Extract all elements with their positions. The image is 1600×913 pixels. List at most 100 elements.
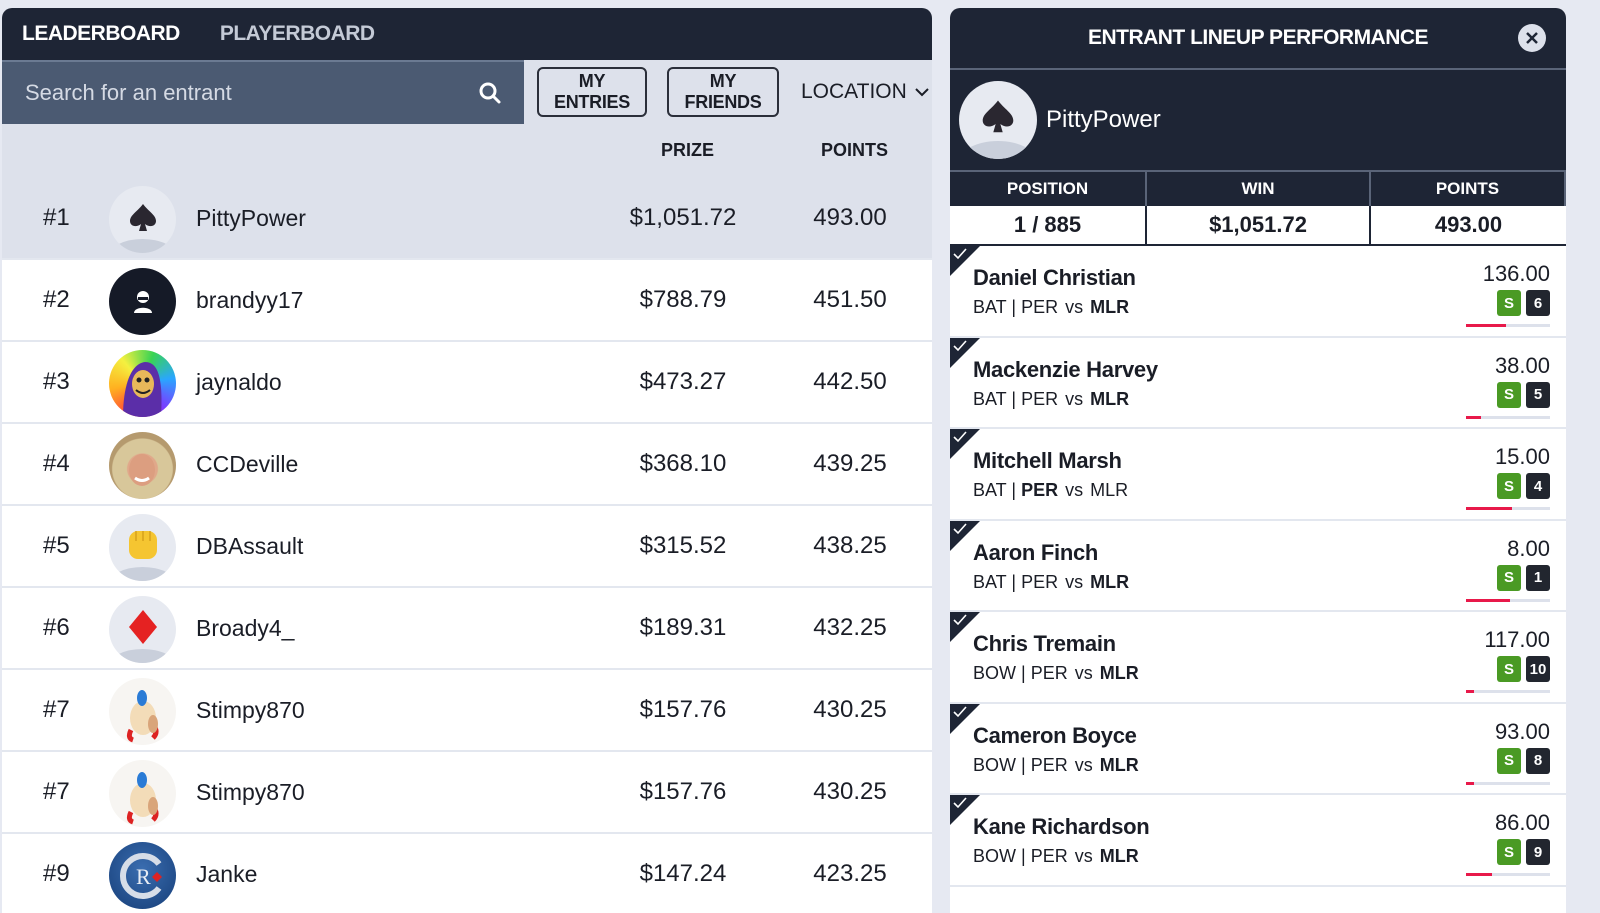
entrant-name[interactable]: CCDeville: [196, 451, 298, 478]
my-friends-button[interactable]: MY FRIENDS: [667, 67, 779, 117]
entrant-name[interactable]: Stimpy870: [196, 697, 305, 724]
stat-header-position: POSITION: [950, 170, 1147, 206]
avatar: [109, 186, 176, 253]
player-score: 15.00: [1494, 444, 1550, 469]
rank: #7: [43, 696, 70, 723]
player-name: Aaron Finch: [973, 539, 1099, 565]
entrant-name[interactable]: PittyPower: [196, 205, 306, 232]
prize: $1,051.72: [629, 204, 737, 231]
badges: S 8: [1497, 747, 1550, 774]
player-score: 86.00: [1494, 810, 1550, 835]
photo-face-icon: [129, 454, 155, 486]
player-row[interactable]: Kane Richardson BOW | PER vs MLR 86.00 S…: [950, 795, 1566, 887]
location-dropdown[interactable]: LOCATION: [801, 80, 929, 104]
player-name: Daniel Christian: [973, 265, 1136, 290]
close-button[interactable]: [1518, 24, 1546, 52]
count-badge: 8: [1526, 747, 1550, 774]
vs-label: vs: [1065, 388, 1084, 409]
avatar: R: [109, 842, 176, 909]
tab-bar: LEADERBOARD PLAYERBOARD: [2, 8, 932, 60]
vs-label: vs: [1065, 480, 1084, 500]
opponent-team: MLR: [1090, 480, 1129, 500]
points: 439.25: [813, 450, 887, 477]
search-icon[interactable]: [478, 81, 502, 105]
panel-title: ENTRANT LINEUP PERFORMANCE: [1087, 26, 1429, 49]
fist-icon: [128, 530, 157, 559]
progress-fill: [1466, 507, 1513, 510]
leaderboard-row[interactable]: #5 DBAssault $315.52 438.25: [2, 506, 932, 588]
player-role: BOW: [973, 663, 1016, 683]
progress-bar: [1466, 873, 1550, 876]
my-entries-button[interactable]: MY ENTRIES: [537, 67, 647, 117]
player-row[interactable]: Aaron Finch BAT | PER vs MLR 8.00 S 1: [950, 520, 1566, 612]
player-role: BOW: [973, 846, 1016, 866]
player-team: PER: [1021, 388, 1059, 409]
entrant-name[interactable]: jaynaldo: [196, 369, 282, 396]
rank: #2: [43, 286, 70, 313]
player-name: Mackenzie Harvey: [973, 356, 1158, 382]
logo-r-icon: R: [120, 853, 162, 899]
status-badge: S: [1497, 747, 1521, 774]
badges: S 1: [1497, 564, 1550, 591]
separator: |: [1011, 571, 1022, 592]
status-badge: S: [1497, 839, 1521, 865]
progress-bar: [1466, 324, 1550, 327]
lineup-panel: ENTRANT LINEUP PERFORMANCE PittyPower PO…: [950, 8, 1566, 913]
points-header[interactable]: POINTS: [821, 140, 888, 161]
leaderboard-row[interactable]: #7 Stimpy870 $157.76 430.25: [2, 670, 932, 752]
count-badge: 10: [1526, 656, 1550, 682]
entrant-name[interactable]: Broady4_: [196, 615, 294, 642]
leaderboard-row[interactable]: #4 CCDeville $368.10 439.25: [2, 424, 932, 506]
player-team: PER: [1030, 846, 1068, 866]
leaderboard-row[interactable]: #7 Stimpy870 $157.76 430.25: [2, 752, 932, 834]
progress-fill: [1466, 415, 1482, 419]
rank: #1: [43, 204, 70, 231]
leaderboard-row[interactable]: #6 Broady4_ $189.31 432.25: [2, 588, 932, 670]
prize: $368.10: [639, 450, 727, 477]
separator: |: [1021, 754, 1031, 775]
player-role: BOW: [973, 754, 1016, 775]
player-name: Chris Tremain: [973, 631, 1116, 656]
entrant-name[interactable]: Janke: [196, 861, 257, 888]
entrant-name[interactable]: DBAssault: [196, 533, 303, 560]
opponent-team: MLR: [1099, 754, 1139, 775]
status-badge: S: [1497, 564, 1521, 591]
points: 451.50: [813, 286, 887, 313]
tab-leaderboard[interactable]: LEADERBOARD: [22, 22, 180, 46]
tab-playerboard[interactable]: PLAYERBOARD: [220, 22, 375, 46]
player-row[interactable]: Daniel Christian BAT | PER vs MLR 136.00…: [950, 246, 1566, 338]
rank: #7: [43, 778, 70, 805]
separator: |: [1011, 480, 1022, 500]
prize-header[interactable]: PRIZE: [661, 140, 714, 161]
player-role: BAT: [973, 297, 1007, 317]
leaderboard-row[interactable]: #2 brandyy17 $788.79 451.50: [2, 260, 932, 342]
progress-fill: [1466, 324, 1507, 327]
leaderboard-row[interactable]: #9 R Janke $147.24 423.25: [2, 834, 932, 913]
badges: S 9: [1497, 839, 1550, 865]
prize: $788.79: [639, 286, 727, 313]
player-row[interactable]: Mitchell Marsh BAT | PER vs MLR 15.00 S …: [950, 429, 1566, 521]
stat-position: 1 / 885: [950, 206, 1147, 246]
leaderboard-panel: LEADERBOARD PLAYERBOARD MY ENTRIES MY FR…: [2, 8, 932, 913]
player-team: PER: [1021, 297, 1059, 317]
leaderboard-row[interactable]: #1 PittyPower $1,051.72 493.00: [2, 178, 932, 260]
points: 423.25: [813, 860, 887, 887]
search-input[interactable]: [25, 80, 425, 106]
points: 442.50: [813, 368, 887, 395]
progress-bar: [1466, 781, 1550, 785]
player-score: 38.00: [1494, 352, 1550, 378]
player-row[interactable]: Cameron Boyce BOW | PER vs MLR 93.00 S 8: [950, 703, 1566, 795]
leaderboard-row[interactable]: #3 jaynaldo $473.27 442.50: [2, 342, 932, 424]
entrant-name[interactable]: brandyy17: [196, 287, 303, 314]
check-icon: [953, 797, 967, 809]
player-row[interactable]: Mackenzie Harvey BAT | PER vs MLR 38.00 …: [950, 337, 1566, 429]
entrant-name[interactable]: Stimpy870: [196, 779, 305, 806]
count-badge: 9: [1526, 839, 1550, 865]
separator: |: [1021, 663, 1031, 683]
count-badge: 5: [1526, 381, 1550, 408]
player-info: BAT | PER vs MLR: [973, 480, 1128, 501]
vs-label: vs: [1074, 846, 1093, 866]
check-icon: [953, 614, 967, 626]
avatar: [109, 678, 176, 745]
player-row[interactable]: Chris Tremain BOW | PER vs MLR 117.00 S …: [950, 612, 1566, 704]
